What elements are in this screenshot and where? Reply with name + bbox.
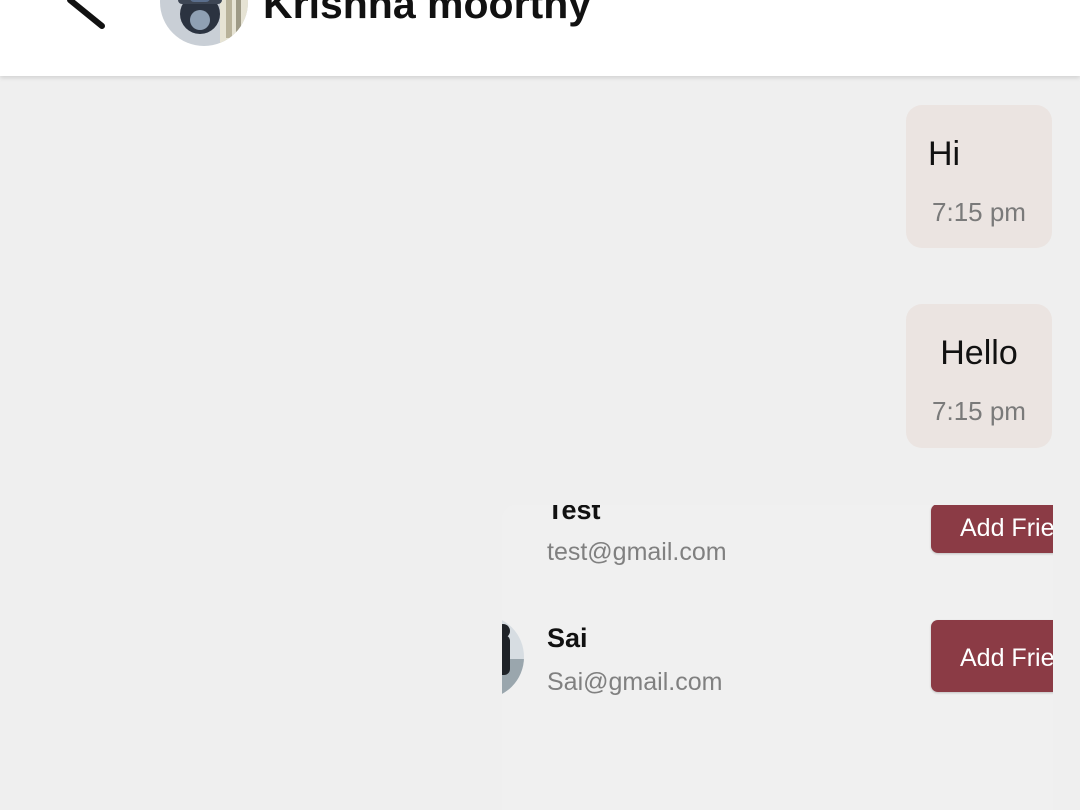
message-text: Hi: [928, 135, 961, 173]
user-list-item[interactable]: Test test@gmail.com Add Friend: [502, 505, 1053, 615]
message-time: 7:15 pm: [932, 197, 1026, 227]
message-bubble[interactable]: Hello 7:15 pm: [906, 304, 1052, 448]
message-time: 7:15 pm: [932, 396, 1026, 426]
contact-avatar[interactable]: [160, 0, 248, 46]
user-name: Test: [547, 505, 601, 525]
user-avatar: [502, 615, 524, 699]
add-friend-button[interactable]: Add Friend: [931, 620, 1053, 692]
app-bar: Krishna moorthy: [0, 0, 1080, 76]
back-arrow-icon[interactable]: [56, 0, 116, 30]
chat-screen: Krishna moorthy Hi 7:15 pm Hello 7:15 pm…: [0, 0, 1080, 810]
user-name: Sai: [547, 623, 588, 653]
message-text: Hello: [940, 334, 1018, 372]
add-friend-button[interactable]: Add Friend: [931, 505, 1053, 553]
contact-name: Krishna moorthy: [263, 0, 592, 27]
user-list-item[interactable]: Sai Sai@gmail.com Add Friend: [502, 615, 1053, 735]
user-list-panel: Test test@gmail.com Add Friend Sai Sai@g…: [502, 505, 1053, 810]
user-email: test@gmail.com: [547, 538, 727, 566]
user-email: Sai@gmail.com: [547, 668, 723, 696]
message-bubble[interactable]: Hi 7:15 pm: [906, 105, 1052, 248]
